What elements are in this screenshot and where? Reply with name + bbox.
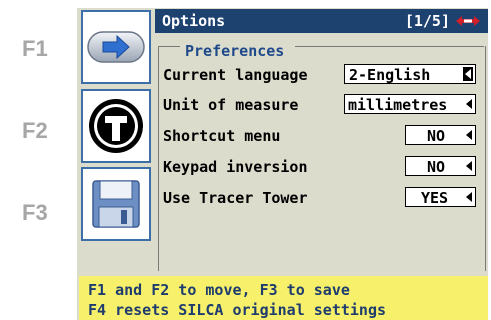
save-button[interactable]: [81, 167, 151, 241]
setting-label-keypad: Keypad inversion: [163, 158, 308, 176]
tracer-t-icon: [89, 99, 143, 153]
help-line-2: F4 resets SILCA original settings: [88, 301, 387, 319]
keypad-value: NO: [427, 158, 446, 176]
shortcut-menu-select[interactable]: NO: [405, 125, 476, 145]
f1-key-label: F1: [22, 36, 48, 61]
left-arrow-icon: [466, 99, 472, 109]
f3-key-label: F3: [22, 200, 48, 225]
silca-logo-icon: [456, 16, 480, 26]
preferences-panel: Preferences Current language 2-English U…: [155, 34, 488, 274]
help-line-1: F1 and F2 to move, F3 to save: [88, 281, 350, 299]
left-arrow-icon: [466, 161, 472, 171]
help-footer: F1 and F2 to move, F3 to save F4 resets …: [79, 276, 488, 320]
setting-label-unit: Unit of measure: [163, 96, 299, 114]
language-value: 2-English: [349, 66, 431, 84]
keypad-inversion-select[interactable]: NO: [405, 156, 476, 176]
page-title: Options: [162, 12, 226, 30]
page-indicator: [1/5]: [404, 12, 450, 30]
selector-arrow-icon: [463, 67, 473, 81]
arrow-right-icon: [87, 31, 145, 63]
setting-label-language: Current language: [163, 66, 308, 84]
section-title: Preferences: [183, 42, 287, 60]
shortcut-value: NO: [427, 127, 446, 145]
left-arrow-icon: [466, 130, 472, 140]
left-arrow-icon: [466, 192, 472, 202]
unit-value: millimetres: [348, 96, 448, 114]
tracer-button[interactable]: [81, 89, 151, 163]
tracer-tower-select[interactable]: YES: [405, 187, 476, 207]
unit-select[interactable]: millimetres: [344, 94, 476, 114]
language-select[interactable]: 2-English: [344, 64, 476, 84]
title-bar: Options [1/5]: [155, 9, 488, 33]
tracer-value: YES: [421, 189, 449, 207]
next-button[interactable]: [81, 10, 151, 84]
save-disk-icon: [92, 180, 140, 228]
f2-key-label: F2: [22, 118, 48, 143]
setting-label-tracer: Use Tracer Tower: [163, 189, 308, 207]
setting-label-shortcut: Shortcut menu: [163, 127, 281, 145]
